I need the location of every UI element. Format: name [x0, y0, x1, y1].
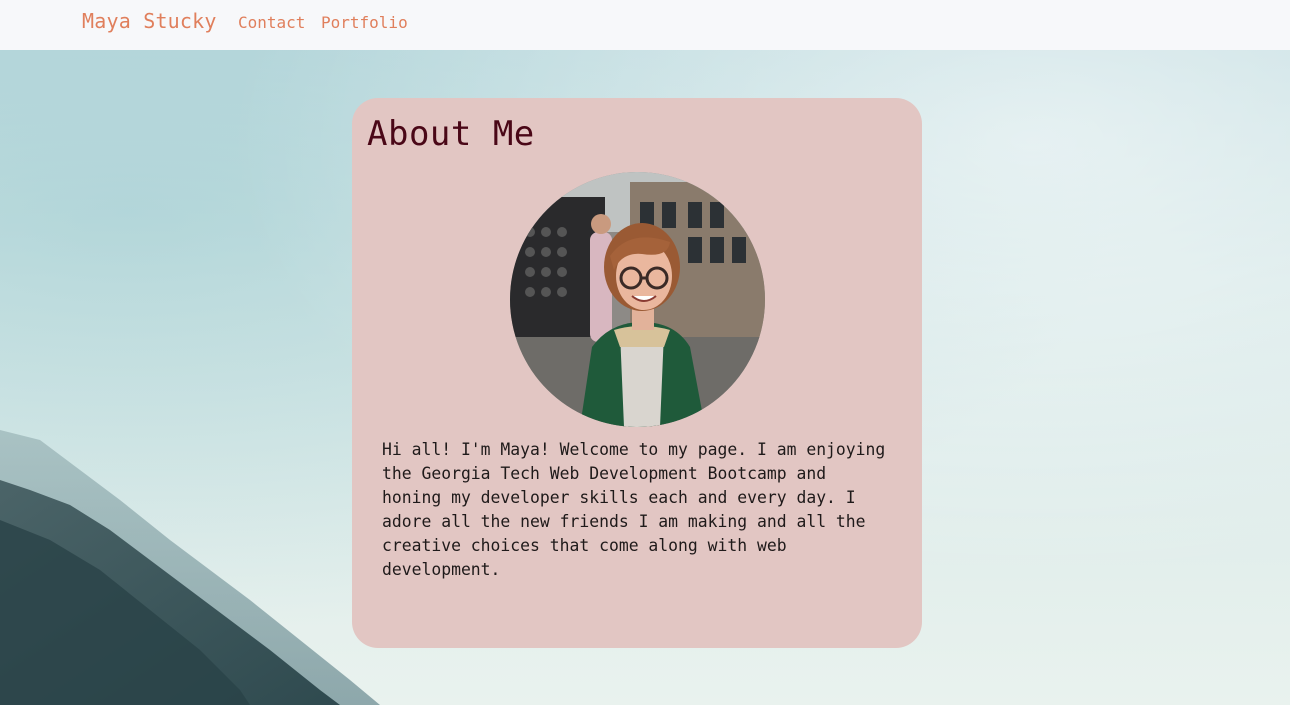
profile-photo [510, 172, 765, 427]
nav-link-portfolio[interactable]: Portfolio [321, 13, 408, 32]
brand-link[interactable]: Maya Stucky [82, 9, 217, 33]
about-title: About Me [367, 114, 535, 154]
nav-link-contact[interactable]: Contact [238, 13, 305, 32]
about-card: About Me Hi all! I'm Maya! Welcome to my… [352, 98, 922, 648]
about-bio: Hi all! I'm Maya! Welcome to my page. I … [382, 440, 886, 579]
top-navbar: Maya Stucky Contact Portfolio [0, 0, 1290, 50]
